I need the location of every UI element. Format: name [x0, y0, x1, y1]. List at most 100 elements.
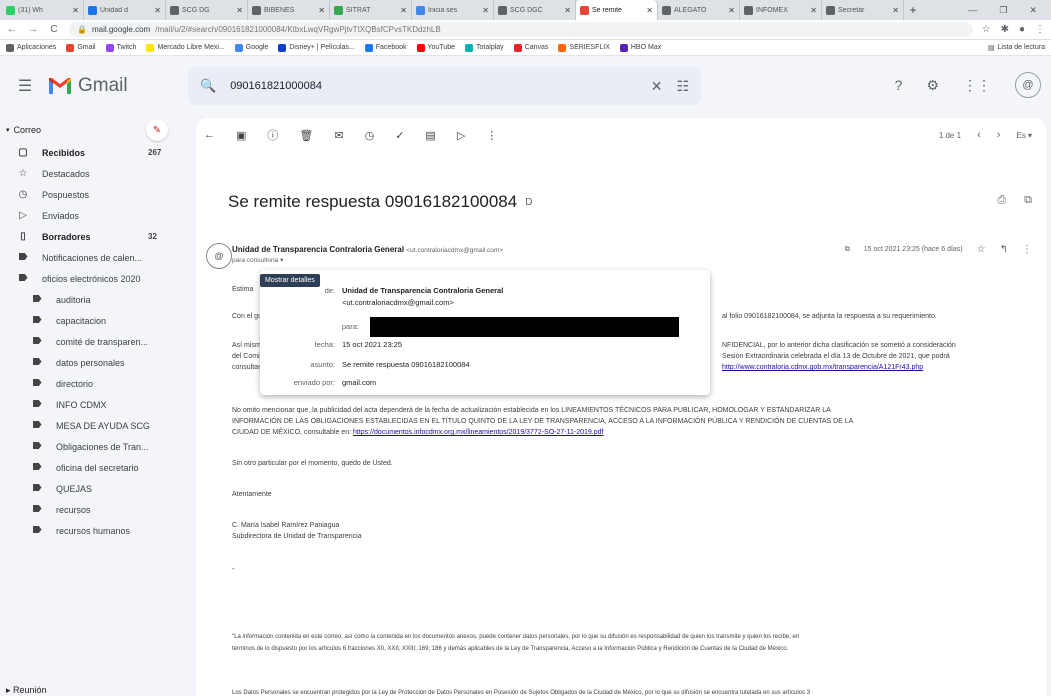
sidebar-item[interactable]: ▢ Recibidos 267 — [0, 142, 190, 163]
sidebar-item[interactable]: recursos humanos — [0, 520, 190, 541]
sidebar-section-correo[interactable]: ▾ Correo ✎ — [0, 118, 190, 142]
maximize-window-icon[interactable]: ❐ — [999, 5, 1007, 16]
prev-mail-icon[interactable]: ‹ — [977, 129, 981, 141]
star-mail-icon[interactable]: ☆ — [977, 244, 986, 255]
account-avatar[interactable]: @ — [1015, 72, 1041, 98]
apps-grid-icon[interactable]: ⋮⋮ — [963, 77, 991, 94]
tab-close-icon[interactable]: ✕ — [646, 6, 653, 15]
sidebar-item[interactable]: Notificaciones de calen... — [0, 247, 190, 268]
bookmark-item[interactable]: Disney+ | Películas... — [278, 43, 355, 52]
bookmark-item[interactable]: Twitch — [105, 43, 136, 52]
next-mail-icon[interactable]: › — [997, 129, 1001, 141]
sender-avatar[interactable]: @ — [206, 243, 232, 269]
sidebar-item[interactable]: capacitacion — [0, 310, 190, 331]
tab-close-icon[interactable]: ✕ — [728, 6, 735, 15]
tab-close-icon[interactable]: ✕ — [810, 6, 817, 15]
reply-icon[interactable]: ↰ — [1000, 244, 1008, 255]
tab-close-icon[interactable]: ✕ — [564, 6, 571, 15]
sidebar-item[interactable]: ◷ Pospuestos — [0, 184, 190, 205]
tab-close-icon[interactable]: ✕ — [892, 6, 899, 15]
browser-tab[interactable]: Se remite ✕ — [576, 0, 658, 20]
minimize-window-icon[interactable]: — — [968, 5, 977, 15]
sidebar-item[interactable]: oficina del secretario — [0, 457, 190, 478]
search-icon[interactable]: 🔍 — [200, 78, 216, 94]
tab-close-icon[interactable]: ✕ — [236, 6, 243, 15]
reload-icon[interactable]: C — [48, 24, 60, 35]
open-new-window-icon[interactable]: ⧉ — [1024, 194, 1032, 207]
sidebar-item[interactable]: comité de transparen... — [0, 331, 190, 352]
sidebar-item[interactable]: QUEJAS — [0, 478, 190, 499]
tab-close-icon[interactable]: ✕ — [400, 6, 407, 15]
gmail-logo[interactable]: Gmail — [48, 75, 188, 97]
bookmark-item[interactable]: Gmail — [66, 43, 96, 52]
sidebar-item[interactable]: oficios electrónicos 2020 — [0, 268, 190, 289]
input-language-button[interactable]: Es ▾ — [1016, 131, 1032, 140]
browser-tab[interactable]: Inicia ses ✕ — [412, 0, 494, 20]
browser-tab[interactable]: Unidad d ✕ — [84, 0, 166, 20]
delete-icon[interactable]: 🗑 — [299, 129, 313, 142]
sidebar-item[interactable]: INFO CDMX — [0, 394, 190, 415]
close-window-icon[interactable]: ✕ — [1029, 5, 1037, 16]
archive-icon[interactable]: ▣ — [236, 129, 246, 142]
bookmark-item[interactable]: SERIESFLIX — [558, 43, 610, 52]
bookmark-star-icon[interactable]: ☆ — [982, 24, 991, 35]
new-tab-icon[interactable]: + — [904, 0, 922, 20]
move-to-icon[interactable]: ▤ — [425, 129, 435, 142]
back-icon[interactable]: ← — [6, 24, 18, 35]
sidebar-item[interactable]: Obligaciones de Tran... — [0, 436, 190, 457]
browser-tab[interactable]: INFOMEX ✕ — [740, 0, 822, 20]
bookmark-item[interactable]: YouTube — [416, 43, 455, 52]
transparency-link[interactable]: http://www.contraloria.cdmx.gob.mx/trans… — [722, 364, 923, 371]
search-input[interactable] — [230, 80, 637, 92]
sidebar-item[interactable]: ▯ Borradores 32 — [0, 226, 190, 247]
search-options-icon[interactable]: ☷ — [676, 78, 689, 95]
browser-tab[interactable]: (31) Wh ✕ — [2, 0, 84, 20]
add-task-icon[interactable]: ✓ — [395, 129, 404, 142]
snooze-icon[interactable]: ◷ — [365, 129, 375, 142]
clear-search-icon[interactable]: ✕ — [651, 78, 663, 95]
tab-close-icon[interactable]: ✕ — [318, 6, 325, 15]
help-icon[interactable]: ? — [895, 77, 903, 93]
browser-tab[interactable]: SCG DGC ✕ — [494, 0, 576, 20]
browser-tab[interactable]: ALEGATO ✕ — [658, 0, 740, 20]
tab-close-icon[interactable]: ✕ — [482, 6, 489, 15]
label-tag-icon[interactable]: ▷ — [457, 129, 465, 142]
extensions-icon[interactable]: ✱ — [1001, 24, 1009, 35]
sidebar-item[interactable]: auditoria — [0, 289, 190, 310]
mark-unread-icon[interactable]: ✉ — [334, 129, 343, 142]
browser-tab[interactable]: BIBENES ✕ — [248, 0, 330, 20]
recipient-line[interactable]: para consultoria ▾ — [232, 256, 283, 264]
guidelines-link[interactable]: https://documentos.infocdmx.org.mx/linea… — [353, 429, 603, 436]
sidebar-item[interactable]: ▷ Enviados — [0, 205, 190, 226]
sidebar-item[interactable]: datos personales — [0, 352, 190, 373]
bookmark-item[interactable]: Canvas — [513, 43, 548, 52]
sidebar-item[interactable]: directorio — [0, 373, 190, 394]
browser-tab[interactable]: SITRAT ✕ — [330, 0, 412, 20]
tab-close-icon[interactable]: ✕ — [154, 6, 161, 15]
tab-close-icon[interactable]: ✕ — [72, 6, 79, 15]
back-arrow-icon[interactable]: ← — [204, 129, 215, 141]
bookmark-item[interactable]: Totalplay — [465, 43, 504, 52]
url-field[interactable]: 🔒 mail.google.com/mail/u/2/#search/09016… — [69, 22, 973, 37]
bookmark-item[interactable]: Facebook — [364, 43, 407, 52]
more-mail-actions-icon[interactable]: ⋮ — [1022, 244, 1032, 255]
bookmark-item[interactable]: Mercado Libre Mexi... — [146, 43, 225, 52]
sidebar-item[interactable]: recursos — [0, 499, 190, 520]
browser-tab[interactable]: Secretar ✕ — [822, 0, 904, 20]
sidebar-section-reunion[interactable]: ▸ Reunión — [6, 685, 47, 696]
bookmark-item[interactable]: HBO Max — [619, 43, 661, 52]
more-options-icon[interactable]: ⋮ — [486, 129, 497, 142]
browser-tab[interactable]: SCG DG ✕ — [166, 0, 248, 20]
sidebar-item[interactable]: ☆ Destacados — [0, 163, 190, 184]
print-icon[interactable]: ⎙ — [997, 194, 1006, 207]
report-spam-icon[interactable]: ⓘ — [267, 127, 278, 143]
details-dropdown-icon[interactable]: ▾ — [280, 257, 283, 264]
forward-icon[interactable]: → — [27, 24, 39, 35]
browser-menu-icon[interactable]: ⋮ — [1035, 24, 1045, 35]
sender-name[interactable]: Unidad de Transparencia Contraloria Gene… — [232, 245, 404, 254]
reading-list-button[interactable]: ▤ Lista de lectura — [988, 44, 1045, 52]
profile-icon[interactable]: ● — [1019, 24, 1025, 35]
settings-gear-icon[interactable]: ⚙ — [926, 77, 939, 94]
important-tag[interactable]: D — [525, 197, 532, 208]
bookmark-item[interactable]: Aplicaciones — [6, 43, 56, 52]
